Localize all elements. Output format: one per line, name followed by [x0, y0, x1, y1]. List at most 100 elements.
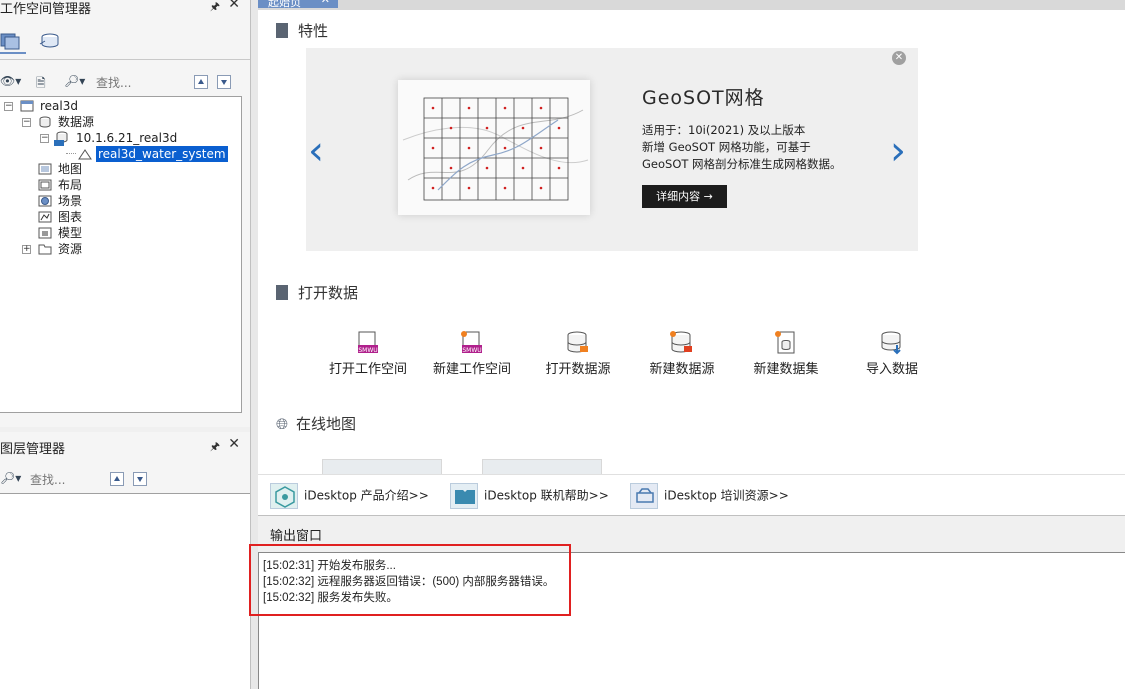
collapse-toggle[interactable]: − — [22, 118, 31, 127]
open-data-heading: 打开数据 — [276, 282, 358, 303]
workspace-manager-panel: 工作空间管理器 🖈 ✕ 👁▾ 🗎 🔎︎▾ − — [0, 0, 250, 427]
search-prev-button[interactable] — [110, 472, 124, 486]
quick-action-label: 新建数据集 — [753, 362, 819, 377]
banner-close-icon[interactable]: ✕ — [892, 51, 906, 65]
workspace-tree-icon — [0, 33, 20, 50]
open-datasource-icon — [567, 331, 588, 353]
close-icon[interactable]: ✕ — [321, 0, 330, 6]
search-icon[interactable]: 🔎︎▾ — [64, 74, 85, 92]
document-icon — [276, 285, 288, 300]
open-workspace-icon: SMWU — [358, 331, 378, 354]
open-workspace-button[interactable]: SMWU 打开工作空间 — [318, 330, 418, 377]
online-help-icon — [450, 483, 478, 509]
tree-label: 模型 — [58, 226, 83, 240]
close-icon[interactable]: ✕ — [228, 436, 240, 452]
tree-label: 资源 — [58, 242, 83, 256]
banner-prev-arrow-icon[interactable]: ‹ — [308, 128, 324, 174]
resource-links-bar: iDesktop 产品介绍>> iDesktop 联机帮助>> iDesktop… — [258, 474, 1125, 515]
datasources-icon — [39, 116, 51, 128]
training-resources-link[interactable]: iDesktop 培训资源>> — [630, 483, 789, 509]
svg-text:SMWU: SMWU — [358, 347, 377, 354]
layer-manager-panel: 图层管理器 🖈 ✕ 🔎︎▾ — [0, 432, 250, 689]
workspace-manager-header: 工作空间管理器 🖈 ✕ — [0, 0, 250, 17]
tree-label-selected: real3d_water_system — [96, 146, 228, 162]
layer-toolbar: 🔎︎▾ — [0, 469, 250, 491]
tab-scene[interactable] — [38, 32, 64, 54]
collapse-toggle[interactable]: − — [4, 102, 13, 111]
banner-text-line: 适用于：10i(2021) 及以上版本 — [642, 123, 806, 137]
new-workspace-icon: SMWU — [461, 331, 482, 354]
tree-label: 数据源 — [58, 115, 95, 129]
tab-start-page[interactable]: 起始页 ✕ — [258, 0, 338, 9]
tree-label: 10.1.6.21_real3d — [76, 131, 178, 145]
online-map-heading: 🌐︎ 在线地图 — [276, 415, 357, 433]
expand-toggle[interactable]: + — [22, 245, 31, 254]
output-window-title: 输出窗口 — [270, 529, 323, 544]
search-prev-button[interactable] — [194, 75, 208, 89]
import-data-icon — [881, 331, 901, 355]
tree-label: 场景 — [58, 194, 83, 208]
new-datasource-button[interactable]: 新建数据源 — [632, 330, 732, 377]
open-datasource-button[interactable]: 打开数据源 — [528, 330, 628, 377]
search-icon[interactable]: 🔎︎▾ — [0, 471, 21, 489]
search-next-button[interactable] — [217, 75, 231, 89]
product-intro-link[interactable]: iDesktop 产品介绍>> — [270, 483, 429, 509]
tree-label: 布局 — [58, 178, 83, 192]
layer-manager-title: 图层管理器 — [0, 442, 66, 457]
globe-icon: 🌐︎ — [276, 415, 289, 433]
properties-icon[interactable]: 🗎 — [36, 74, 46, 92]
quick-action-label: 新建工作空间 — [432, 362, 511, 377]
banner-next-arrow-icon[interactable]: › — [890, 128, 906, 174]
product-intro-icon — [270, 483, 298, 509]
new-workspace-button[interactable]: SMWU 新建工作空间 — [422, 330, 522, 377]
tab-label: 起始页 — [268, 0, 301, 9]
svg-text:SMWU: SMWU — [462, 347, 481, 354]
pgsql-datasource-icon — [54, 131, 68, 146]
collapse-toggle[interactable]: − — [40, 134, 49, 143]
chart-folder-icon — [38, 211, 52, 223]
layer-tree — [0, 493, 250, 689]
workspace-icon — [20, 100, 34, 112]
banner-text-line: GeoSOT 网格剖分标准生成网格数据。 — [642, 157, 842, 171]
banner-title: GeoSOT网格 — [642, 87, 765, 109]
model-folder-icon — [38, 227, 52, 239]
tree-label: 图表 — [58, 210, 83, 224]
workspace-tabs — [0, 30, 250, 60]
tree-label: real3d — [40, 99, 78, 113]
workspace-search-input[interactable] — [96, 74, 186, 92]
workspace-manager-title: 工作空间管理器 — [0, 2, 92, 17]
new-dataset-icon — [775, 331, 795, 354]
workspace-tree: − real3d − 数据源 − 10.1.6.21_real3d real3d… — [0, 96, 242, 413]
pin-icon[interactable]: 🖈 — [210, 0, 220, 17]
banner-text-line: 新增 GeoSOT 网格功能，可基于 — [642, 140, 811, 154]
import-data-button[interactable]: 导入数据 — [842, 330, 942, 377]
view-dropdown-icon[interactable]: 👁▾ — [0, 74, 21, 92]
database-icon — [39, 33, 59, 48]
tab-workspace[interactable] — [0, 32, 26, 54]
training-resources-icon — [630, 483, 658, 509]
quick-action-label: 新建数据源 — [649, 362, 715, 377]
online-map-thumbnail[interactable] — [482, 459, 602, 474]
new-dataset-button[interactable]: 新建数据集 — [736, 330, 836, 377]
close-icon[interactable]: ✕ — [228, 0, 240, 12]
tree-label: 地图 — [58, 162, 83, 176]
workspace-toolbar: 👁▾ 🗎 🔎︎▾ — [0, 72, 250, 94]
features-heading: 特性 — [276, 20, 328, 41]
start-page: 特性 GeoSOT网格 适用于：10i(2021) 及以上版本 新增 GeoSO… — [258, 0, 1125, 515]
quick-action-label: 打开工作空间 — [328, 362, 407, 377]
online-map-thumbnail[interactable] — [322, 459, 442, 474]
quick-action-label: 打开数据源 — [545, 362, 611, 377]
pin-icon[interactable]: 🖈 — [210, 438, 220, 457]
geosot-grid-illustration — [402, 97, 589, 201]
layer-manager-header: 图层管理器 🖈 ✕ — [0, 436, 250, 457]
online-help-link[interactable]: iDesktop 联机帮助>> — [450, 483, 609, 509]
scene-folder-icon — [38, 195, 52, 207]
feature-banner: GeoSOT网格 适用于：10i(2021) 及以上版本 新增 GeoSOT 网… — [306, 48, 918, 251]
new-datasource-icon — [670, 331, 692, 353]
layer-search-input[interactable] — [30, 471, 108, 489]
resources-folder-icon — [38, 244, 52, 255]
layout-folder-icon — [38, 179, 52, 191]
details-button[interactable]: 详细内容 → — [642, 185, 727, 208]
map-folder-icon — [38, 163, 52, 175]
search-next-button[interactable] — [133, 472, 147, 486]
